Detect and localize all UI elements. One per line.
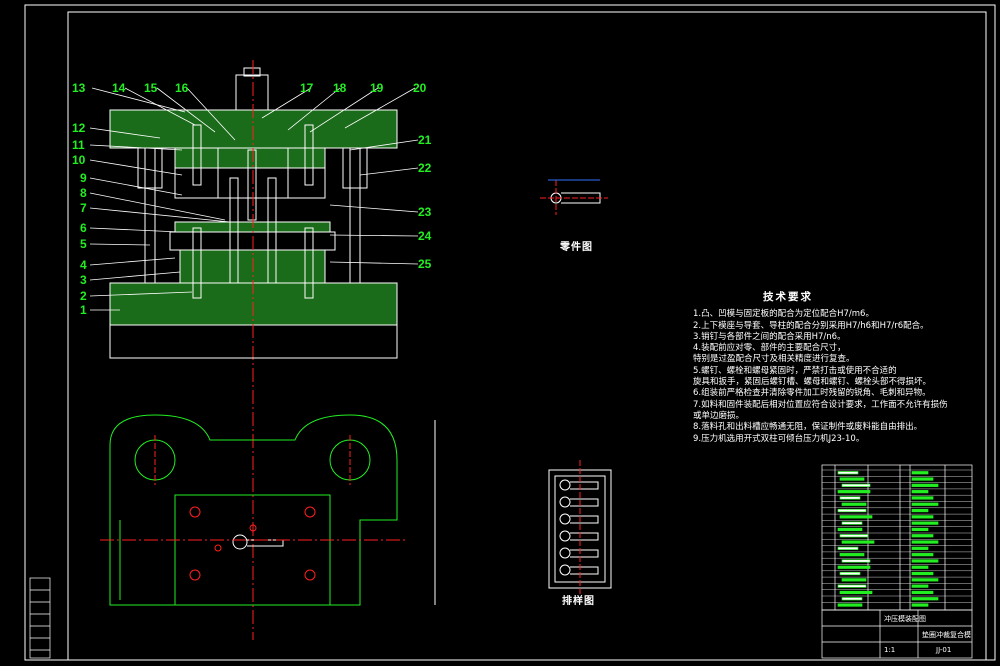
part-label-4: 4 xyxy=(80,258,87,272)
drawing-name: 冲压模装配图 xyxy=(884,615,926,623)
part-label-19: 19 xyxy=(370,81,384,95)
part-label-2: 2 xyxy=(80,289,87,303)
tech-title: 技术要求 xyxy=(763,291,813,303)
tech-line: 5.螺钉、螺栓和螺母紧固时，严禁打击或使用不合适的 xyxy=(693,365,897,376)
part-label-8: 8 xyxy=(80,186,87,200)
part-label-14: 14 xyxy=(112,81,126,95)
drawing-code: JJ-01 xyxy=(936,646,952,654)
part-label-20: 20 xyxy=(413,81,427,95)
part-label-24: 24 xyxy=(418,229,432,243)
plan-view xyxy=(100,414,436,606)
tech-line: 特别是过盈配合尺寸及相关精度进行复查。 xyxy=(693,354,855,365)
tech-line: 或单边磨损。 xyxy=(693,410,745,421)
part-label-16: 16 xyxy=(175,81,189,95)
part-label-3: 3 xyxy=(80,273,87,287)
part-label-7: 7 xyxy=(80,201,87,215)
part-label-12: 12 xyxy=(72,121,86,135)
part-label-23: 23 xyxy=(418,205,432,219)
part-drawing-caption: 零件图 xyxy=(560,242,593,253)
part-label-22: 22 xyxy=(418,161,432,175)
part-label-1: 1 xyxy=(80,303,87,317)
side-stamp-boxes xyxy=(29,577,51,659)
part-label-5: 5 xyxy=(80,237,87,251)
part-label-21: 21 xyxy=(418,133,432,147)
tech-line: 2.上下模座与导套、导柱的配合分别采用H7/h6和H7/r6配合。 xyxy=(693,320,929,331)
tech-line: 7.如料和固件装配后相对位置应符合设计要求，工作面不允许有损伤 xyxy=(693,399,948,410)
part-label-11: 11 xyxy=(72,138,85,152)
part-label-13: 13 xyxy=(72,81,86,95)
tech-line: 8.落料孔和出料槽应畅通无阻，保证制件或废料能自由排出。 xyxy=(693,422,923,433)
part-drawing-figure xyxy=(540,179,608,215)
part-label-6: 6 xyxy=(80,221,87,235)
tech-line: 旋具和扳手，紧固后螺钉槽、螺母和螺钉、螺栓头部不得损坏。 xyxy=(693,377,932,388)
technical-requirements: 技术要求 1.凸、凹模与固定板的配合为定位配合H7/m6。 2.上下模座与导套、导… xyxy=(693,291,983,445)
tech-line: 1.凸、凹模与固定板的配合为定位配合H7/m6。 xyxy=(693,309,874,320)
tech-line: 6.组装前严格检查并清除零件加工时残留的锐角、毛刺和异物。 xyxy=(693,388,931,399)
section-view xyxy=(109,60,398,640)
tech-line: 4.装配前应对零、部件的主要配合尺寸， xyxy=(693,343,846,354)
part-label-15: 15 xyxy=(144,81,158,95)
strip-layout-figure xyxy=(548,460,612,595)
parts-list-rows xyxy=(822,469,972,607)
scale-value: 1:1 xyxy=(884,646,896,654)
part-label-25: 25 xyxy=(418,257,432,271)
part-label-17: 17 xyxy=(300,81,314,95)
tech-line: 3.销钉与各部件之间的配合采用H7/n6。 xyxy=(693,331,846,342)
part-name: 垫圈冲裁复合模 xyxy=(922,631,971,639)
strip-layout-caption: 排样图 xyxy=(562,596,595,607)
part-label-10: 10 xyxy=(72,153,86,167)
tech-line: 9.压力机选用开式双柱可倾台压力机J23-10。 xyxy=(693,433,865,444)
part-label-9: 9 xyxy=(80,171,87,185)
part-label-18: 18 xyxy=(333,81,347,95)
